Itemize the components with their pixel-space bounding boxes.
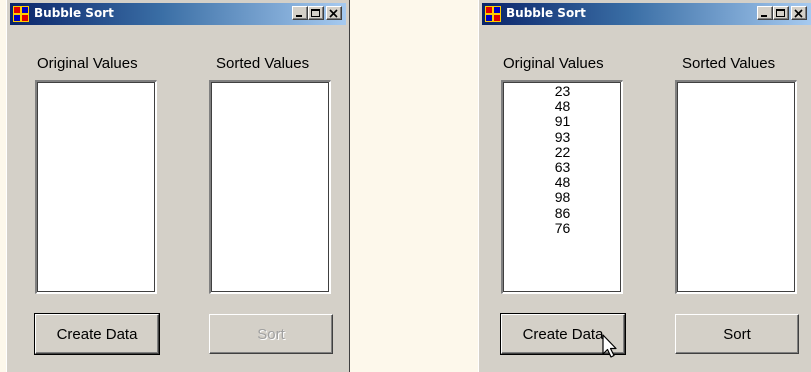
- maximize-button[interactable]: [773, 6, 789, 20]
- list-item[interactable]: 98: [503, 190, 622, 205]
- close-icon: [329, 9, 338, 18]
- close-icon: [794, 9, 803, 18]
- create-data-button[interactable]: Create Data: [34, 313, 160, 355]
- window-title: Bubble Sort: [506, 6, 586, 20]
- list-item[interactable]: 91: [503, 114, 622, 129]
- original-values-list[interactable]: [35, 80, 157, 294]
- window-title: Bubble Sort: [34, 6, 114, 20]
- list-item[interactable]: 23: [503, 83, 622, 99]
- title-bar[interactable]: Bubble Sort: [10, 3, 346, 25]
- list-item[interactable]: 22: [503, 144, 622, 160]
- app-icon: [485, 6, 501, 22]
- sort-button[interactable]: Sort: [209, 314, 333, 354]
- list-item[interactable]: 63: [503, 159, 622, 175]
- app-icon: [13, 6, 29, 22]
- list-item[interactable]: 93: [503, 129, 622, 145]
- minimize-button[interactable]: [757, 6, 773, 20]
- maximize-icon: [311, 9, 320, 17]
- original-values-list[interactable]: 23 48 91 93 22 63 48 98 86 76: [501, 80, 623, 294]
- minimize-icon: [296, 15, 302, 17]
- list-item[interactable]: 86: [503, 205, 622, 221]
- minimize-icon: [761, 15, 767, 17]
- sorted-values-label: Sorted Values: [682, 55, 776, 72]
- maximize-icon: [776, 9, 785, 17]
- sort-button[interactable]: Sort: [675, 314, 799, 354]
- close-button[interactable]: [791, 6, 807, 20]
- sorted-values-list[interactable]: [675, 80, 797, 294]
- mouse-cursor-icon: [602, 334, 617, 358]
- close-button[interactable]: [326, 6, 342, 20]
- maximize-button[interactable]: [308, 6, 324, 20]
- bubble-sort-window-initial: Bubble Sort Original Values Sorted Value…: [6, 0, 350, 372]
- title-bar[interactable]: Bubble Sort: [482, 3, 811, 25]
- sorted-values-list[interactable]: [209, 80, 331, 294]
- list-item[interactable]: 76: [503, 220, 622, 236]
- sorted-values-label: Sorted Values: [216, 55, 310, 72]
- minimize-button[interactable]: [292, 6, 308, 20]
- original-values-label: Original Values: [503, 55, 604, 72]
- list-item[interactable]: 48: [503, 99, 622, 114]
- list-item[interactable]: 48: [503, 175, 622, 190]
- bubble-sort-window-with-data: Bubble Sort Original Values Sorted Value…: [478, 0, 811, 372]
- original-values-label: Original Values: [37, 55, 138, 72]
